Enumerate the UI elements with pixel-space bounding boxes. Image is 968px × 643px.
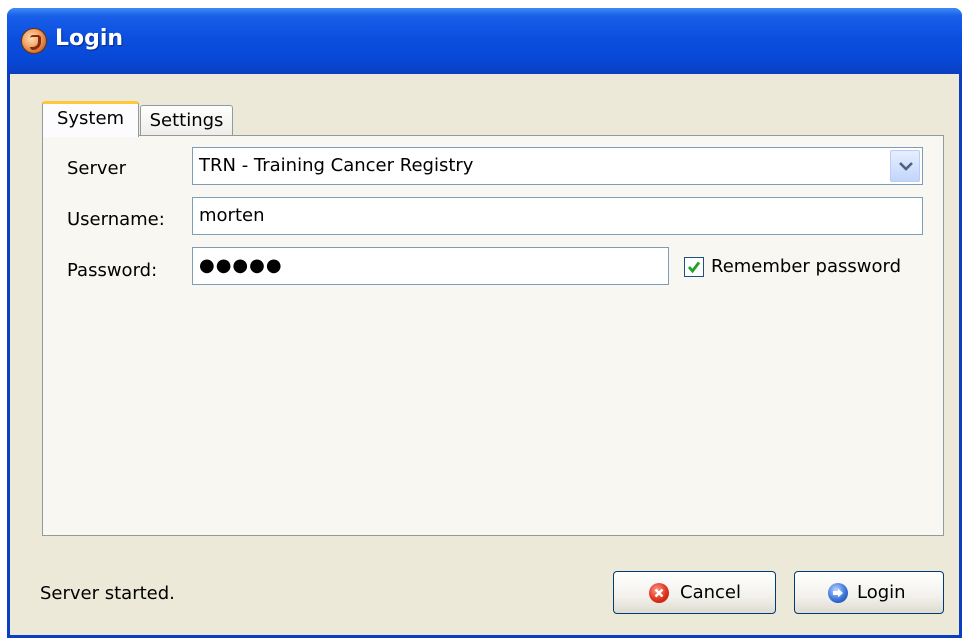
- status-message: Server started.: [40, 583, 175, 604]
- server-label: Server: [67, 158, 127, 179]
- username-label: Username:: [67, 209, 165, 230]
- server-select-value: TRN - Training Cancer Registry: [199, 155, 474, 176]
- login-window: Login System Settings Server TRN - Train…: [7, 8, 962, 638]
- login-arrow-icon: [828, 583, 848, 603]
- username-field[interactable]: morten: [192, 197, 923, 235]
- remember-password-checkbox[interactable]: [684, 257, 704, 277]
- dialog-body: System Settings Server TRN - Training Ca…: [10, 74, 959, 635]
- password-label: Password:: [67, 260, 158, 281]
- server-select[interactable]: TRN - Training Cancer Registry: [192, 147, 923, 185]
- system-tab-panel: Server TRN - Training Cancer Registry Us…: [42, 135, 944, 536]
- app-logo-icon: [21, 28, 47, 54]
- title-bar[interactable]: Login: [7, 8, 962, 74]
- login-button-label: Login: [857, 582, 906, 603]
- cancel-button-label: Cancel: [680, 582, 741, 603]
- cancel-button[interactable]: Cancel: [613, 571, 776, 614]
- remember-password-label[interactable]: Remember password: [711, 256, 901, 277]
- chevron-down-icon[interactable]: [890, 150, 920, 182]
- window-title: Login: [55, 26, 124, 51]
- check-icon: [687, 261, 701, 274]
- cancel-icon: [649, 583, 669, 603]
- tab-system[interactable]: System: [42, 101, 139, 137]
- password-field[interactable]: ●●●●●: [192, 247, 669, 285]
- tab-settings[interactable]: Settings: [140, 105, 233, 138]
- login-button[interactable]: Login: [794, 571, 944, 614]
